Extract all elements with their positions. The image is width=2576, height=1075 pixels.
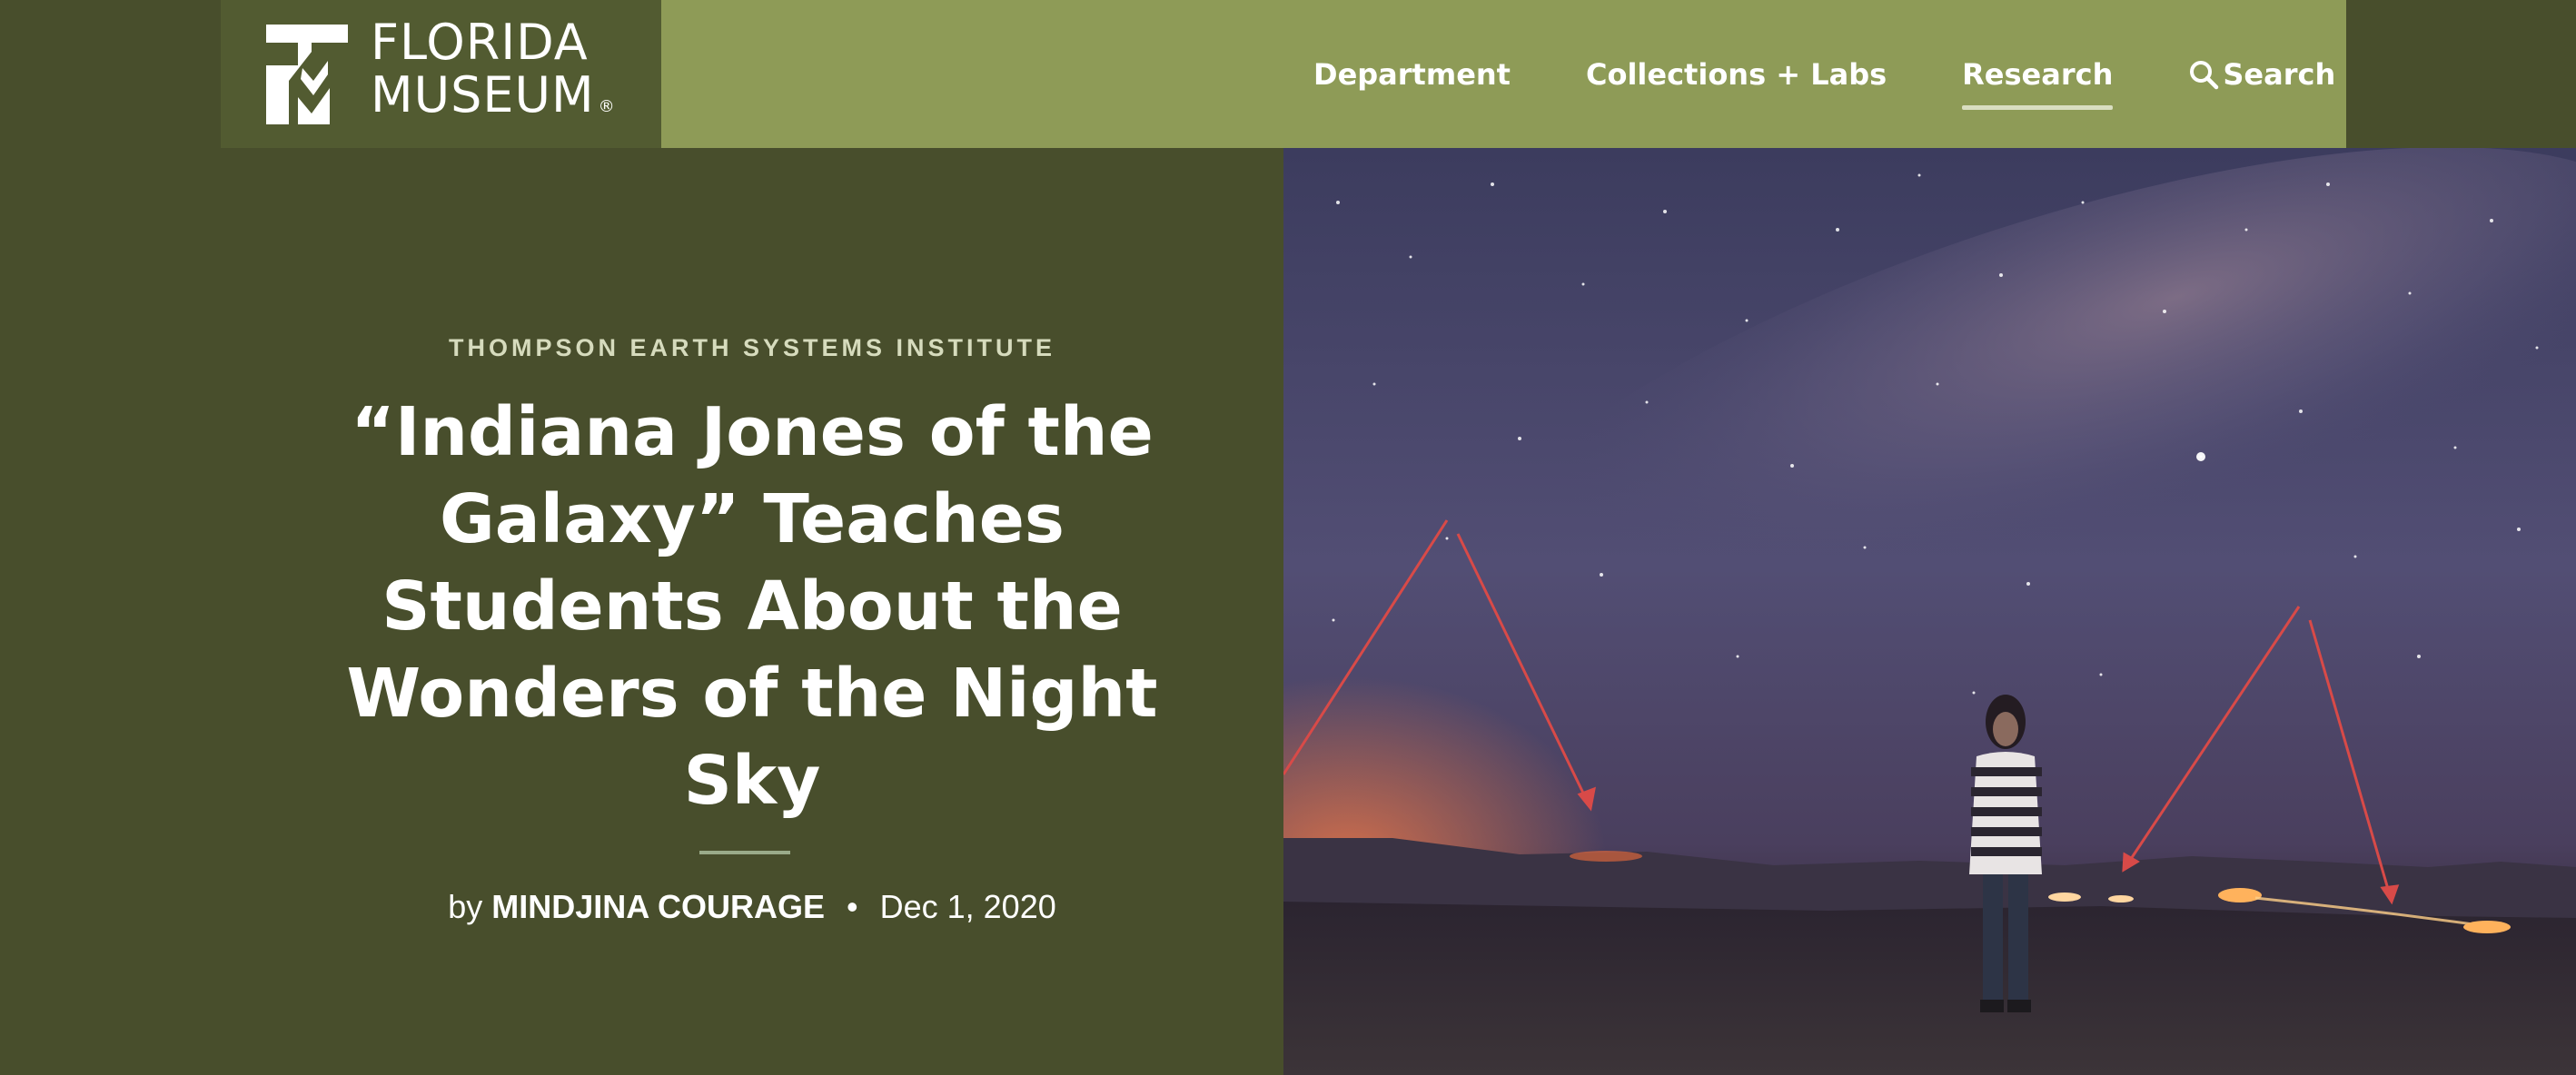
- search-icon: [2190, 60, 2219, 89]
- florida-museum-logo[interactable]: FLORIDA MUSEUM ®: [221, 0, 661, 148]
- logo-line-2: MUSEUM: [371, 66, 595, 123]
- registered-mark: ®: [598, 97, 616, 116]
- logo-line-1: FLORIDA: [371, 14, 589, 71]
- hero-text-panel: THOMPSON EARTH SYSTEMS INSTITUTE “Indian…: [221, 148, 1283, 1075]
- nav-search[interactable]: Search: [2188, 57, 2335, 92]
- search-label: Search: [2223, 56, 2336, 92]
- article-byline: by MINDJINA COURAGE • Dec 1, 2020: [221, 888, 1283, 926]
- article-title: “Indiana Jones of the Galaxy” Teaches St…: [346, 393, 1158, 820]
- nav-research[interactable]: Research: [1962, 57, 2114, 110]
- author-link[interactable]: MINDJINA COURAGE: [491, 888, 825, 925]
- main-nav: Department Collections + Labs Research S…: [1313, 0, 2335, 148]
- hero-photo: [1283, 148, 2576, 1075]
- night-sky-photo: [1283, 148, 2576, 1075]
- fm-logo-icon: [248, 25, 348, 124]
- nav-collections-labs[interactable]: Collections + Labs: [1586, 57, 1887, 92]
- article-category[interactable]: THOMPSON EARTH SYSTEMS INSTITUTE: [221, 334, 1283, 362]
- title-divider: [699, 851, 790, 854]
- logo-wordmark: FLORIDA MUSEUM ®: [371, 16, 616, 133]
- byline-separator: •: [846, 888, 858, 925]
- nav-department[interactable]: Department: [1313, 57, 1511, 92]
- byline-prefix: by: [448, 888, 483, 925]
- publish-date: Dec 1, 2020: [879, 888, 1056, 925]
